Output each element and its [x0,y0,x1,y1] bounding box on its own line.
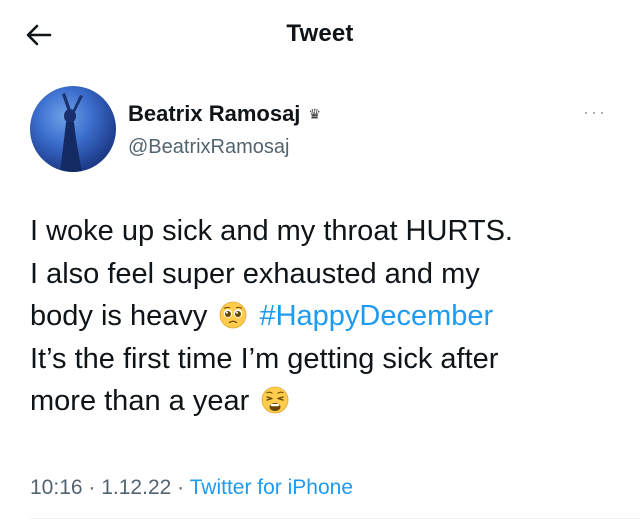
author-display-name[interactable]: Beatrix Ramosaj [128,101,300,127]
tweet-line: more than a year [30,385,250,417]
author-handle[interactable]: @BeatrixRamosaj [128,136,289,159]
meta-separator: · [82,476,102,499]
avatar[interactable] [30,86,116,172]
divider [30,518,640,519]
tweet-time: 10:16 [30,476,83,499]
top-bar: Tweet [0,0,640,70]
tweet-text: I woke up sick and my throat HURTS. I al… [30,210,630,423]
tweet-date: 1.12.22 [101,476,172,499]
hashtag-link[interactable]: #HappyDecember [259,300,493,332]
tweet-line: I also feel super exhausted and my [30,257,480,290]
page-title: Tweet [286,20,354,47]
weary-face-emoji [261,386,289,414]
pleading-face-emoji [219,301,247,329]
tweet-meta: 10:16 · 1.12.22 · Twitter for iPhone [30,476,353,500]
meta-separator: · [171,476,190,499]
tweet-line: body is heavy [30,300,208,332]
tweet-line: It’s the first time I’m getting sick aft… [30,342,499,375]
more-options-icon[interactable]: ··· [583,102,607,123]
author-name-row: Beatrix Ramosaj ♛ [128,100,321,128]
crown-icon: ♛ [308,105,321,122]
tweet-source-link[interactable]: Twitter for iPhone [190,476,353,499]
tweet-line: I woke up sick and my throat HURTS. [30,215,513,247]
